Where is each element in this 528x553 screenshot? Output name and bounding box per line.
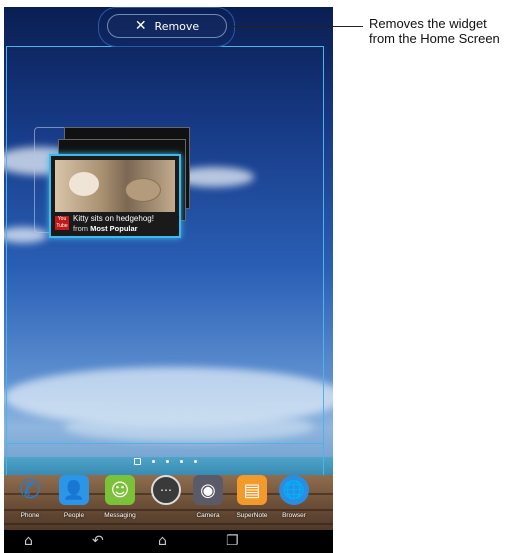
youtube-icon: You Tube <box>55 216 69 230</box>
page-indicator <box>134 458 197 465</box>
callout-highlight <box>98 7 235 47</box>
callout-line <box>233 26 363 27</box>
app-label: SuperNote <box>236 512 268 519</box>
app-label: Camera <box>196 512 220 519</box>
home-screen-frame <box>6 46 324 444</box>
callout-line1: Removes the widget <box>369 16 487 31</box>
app-messaging[interactable]: ☺ Messaging <box>102 475 138 519</box>
app-dock: ✆ Phone 👤 People ☺ Messaging ⋯ ◉ Camera … <box>10 475 320 527</box>
app-people[interactable]: 👤 People <box>56 475 92 519</box>
page-dot-active[interactable] <box>134 458 141 465</box>
messaging-icon: ☺ <box>105 475 135 505</box>
app-label: People <box>63 512 85 519</box>
page-dot[interactable] <box>166 460 169 463</box>
page-dot[interactable] <box>180 460 183 463</box>
phone-icon: ✆ <box>19 475 41 505</box>
callout-text: Removes the widget from the Home Screen <box>369 16 528 46</box>
video-source: from Most Popular <box>73 224 138 233</box>
video-title: Kitty sits on hedgehog! <box>73 214 154 223</box>
callout-line2: from the Home Screen <box>369 31 500 46</box>
camera-icon: ◉ <box>193 475 223 505</box>
supernote-icon: ▤ <box>237 475 267 505</box>
app-drawer[interactable]: ⋯ <box>148 475 184 512</box>
app-label: Browser <box>282 512 306 519</box>
app-label: Messaging <box>104 512 136 519</box>
app-supernote[interactable]: ▤ SuperNote <box>234 475 270 519</box>
browser-icon: 🌐 <box>279 475 309 505</box>
home-icon[interactable]: ⌂ <box>158 532 167 550</box>
app-browser[interactable]: 🌐 Browser <box>276 475 312 519</box>
app-camera[interactable]: ◉ Camera <box>190 475 226 519</box>
people-icon: 👤 <box>59 475 89 505</box>
back-icon[interactable]: ↶ <box>92 532 104 550</box>
cat-image <box>69 172 99 196</box>
from-category: Most Popular <box>90 224 138 233</box>
page-dot[interactable] <box>152 460 155 463</box>
video-thumbnail[interactable] <box>55 160 175 212</box>
app-label: Phone <box>20 512 40 519</box>
from-prefix: from <box>73 224 88 233</box>
youtube-widget[interactable]: You Tube Kitty sits on hedgehog! from Mo… <box>49 154 181 238</box>
page-dot[interactable] <box>194 460 197 463</box>
hedgehog-image <box>125 178 161 202</box>
app-phone[interactable]: ✆ Phone <box>12 475 48 519</box>
navigation-bar: ⌂ ↶ ⌂ ❐ <box>4 530 333 553</box>
home-up-icon[interactable]: ⌂ <box>24 532 33 550</box>
recents-icon[interactable]: ❐ <box>226 532 239 550</box>
all-apps-icon: ⋯ <box>151 475 181 505</box>
